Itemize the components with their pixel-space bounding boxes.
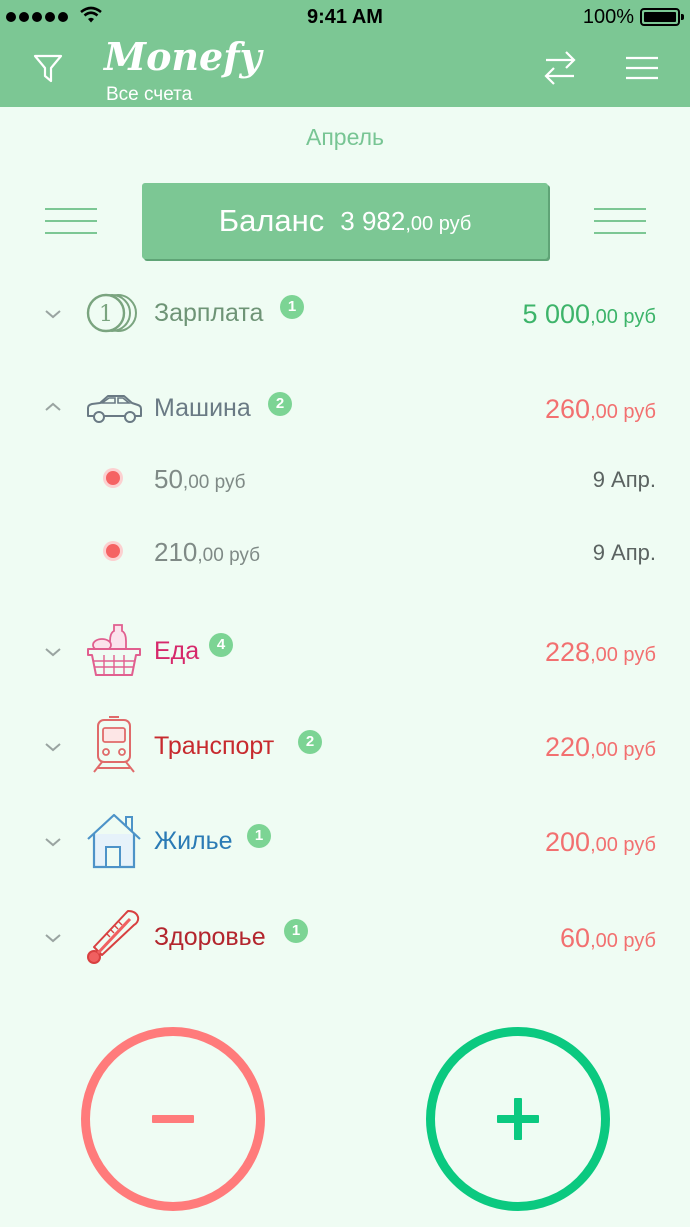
transaction-amount: 50,00 руб: [154, 464, 246, 494]
add-expense-button[interactable]: [81, 1027, 265, 1211]
transaction-count-badge: 2: [268, 392, 292, 416]
category-amount: 260,00 руб: [545, 394, 656, 424]
category-row-food[interactable]: Еда 4 228,00 руб: [0, 611, 690, 691]
plus-icon: [497, 1098, 539, 1140]
house-icon: [87, 813, 141, 869]
category-row-health[interactable]: Здоровье 1 60,00 руб: [0, 897, 690, 977]
category-row-housing[interactable]: Жилье 1 200,00 руб: [0, 801, 690, 881]
category-amount: 5 000,00 руб: [522, 299, 656, 329]
chevron-down-icon[interactable]: [42, 740, 64, 754]
battery-icon: [640, 8, 684, 26]
chevron-down-icon[interactable]: [42, 835, 64, 849]
expense-dot-icon: [106, 471, 120, 485]
transaction-count-badge: 1: [284, 919, 308, 943]
transaction-count-badge: 4: [209, 633, 233, 657]
status-bar: 9:41 AM 100%: [0, 0, 690, 34]
food-basket-icon: [87, 624, 141, 676]
category-name: Еда: [154, 637, 200, 665]
category-amount: 228,00 руб: [545, 637, 656, 667]
balance-button[interactable]: Баланс 3 982,00 руб: [142, 183, 548, 259]
transaction-count-badge: 2: [298, 730, 322, 754]
coins-icon: 1: [86, 293, 137, 333]
train-icon: [93, 716, 135, 773]
app-logo: Monefy: [104, 34, 262, 79]
right-drawer-icon[interactable]: [592, 205, 648, 237]
category-amount: 220,00 руб: [545, 732, 656, 762]
category-row-car[interactable]: Машина 2 260,00 руб: [0, 368, 690, 448]
chevron-down-icon[interactable]: [42, 931, 64, 945]
transaction-row[interactable]: 50,00 руб 9 Апр.: [0, 440, 690, 514]
category-row-salary[interactable]: 1 Зарплата 1 5 000,00 руб: [0, 273, 690, 353]
category-name: Машина: [154, 394, 251, 422]
balance-amount: 3 982,00 руб: [340, 205, 472, 236]
period-title[interactable]: Апрель: [0, 124, 690, 151]
app-header: 9:41 AM 100% Monefy Все счета: [0, 0, 690, 107]
chevron-down-icon[interactable]: [42, 307, 64, 321]
transfer-icon[interactable]: [540, 48, 580, 88]
category-row-transport[interactable]: Транспорт 2 220,00 руб: [0, 706, 690, 786]
transaction-count-badge: 1: [280, 295, 304, 319]
category-name: Зарплата: [154, 299, 264, 327]
balance-label: Баланс: [218, 203, 325, 238]
category-amount: 200,00 руб: [545, 827, 656, 857]
filter-icon[interactable]: [28, 50, 68, 86]
minus-icon: [152, 1115, 194, 1123]
battery-percentage: 100%: [582, 6, 634, 28]
transaction-date: 9 Апр.: [592, 467, 656, 492]
chevron-up-icon[interactable]: [42, 400, 64, 414]
chevron-down-icon[interactable]: [42, 645, 64, 659]
car-icon: [87, 395, 142, 423]
left-drawer-icon[interactable]: [43, 205, 99, 237]
account-selector[interactable]: Все счета: [106, 84, 192, 106]
category-name: Транспорт: [154, 732, 275, 760]
transaction-date: 9 Апр.: [592, 540, 656, 565]
transaction-row[interactable]: 210,00 руб 9 Апр.: [0, 513, 690, 587]
transaction-amount: 210,00 руб: [154, 537, 261, 567]
transaction-count-badge: 1: [247, 824, 271, 848]
svg-text:1: 1: [99, 302, 113, 327]
category-amount: 60,00 руб: [560, 923, 656, 953]
category-name: Жилье: [154, 827, 233, 855]
expense-dot-icon: [106, 544, 120, 558]
menu-icon[interactable]: [624, 54, 660, 82]
category-name: Здоровье: [154, 923, 266, 951]
add-income-button[interactable]: [426, 1027, 610, 1211]
thermometer-icon: [87, 910, 140, 964]
